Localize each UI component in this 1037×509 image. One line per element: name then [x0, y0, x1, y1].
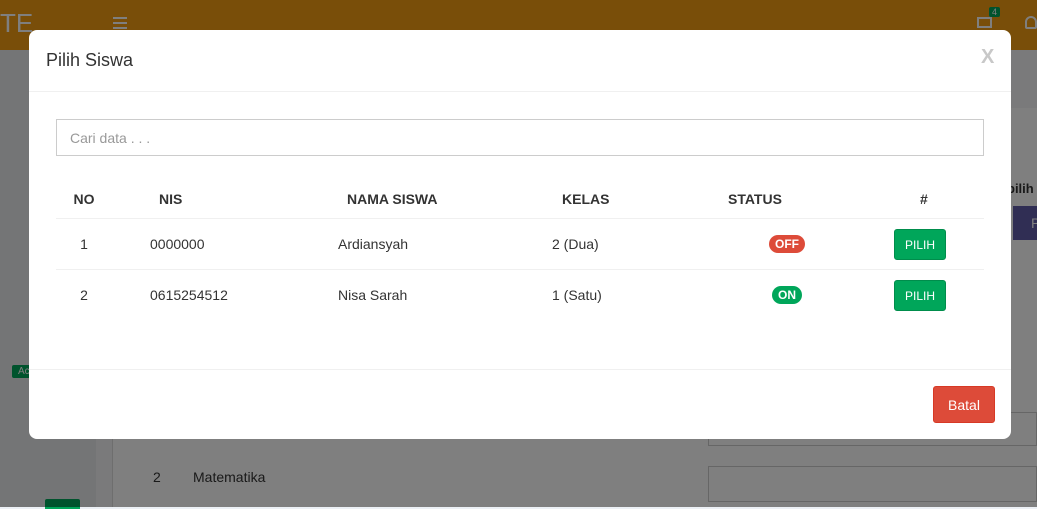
column-header-kelas: KELAS — [547, 179, 709, 219]
status-badge: ON — [772, 286, 802, 304]
column-header-no: NO — [56, 179, 112, 219]
cell-no: 2 — [56, 269, 112, 320]
pilih-button[interactable]: PILIH — [894, 228, 946, 260]
student-table: NO NIS NAMA SISWA KELAS STATUS # 1 00000… — [56, 179, 984, 320]
modal-title: Pilih Siswa — [46, 50, 134, 70]
cell-status: ON — [709, 269, 866, 320]
table-header-row: NO NIS NAMA SISWA KELAS STATUS # — [56, 179, 984, 219]
modal-header: Pilih Siswa X — [29, 30, 1011, 92]
cell-nama-siswa: Ardiansyah — [310, 218, 547, 270]
status-badge: OFF — [769, 235, 805, 253]
column-header-nis: NIS — [112, 179, 310, 219]
pilih-button[interactable]: PILIH — [894, 279, 946, 311]
cell-no: 1 — [56, 218, 112, 270]
cell-kelas: 1 (Satu) — [547, 269, 709, 320]
cell-action: PILIH — [866, 218, 984, 270]
close-icon[interactable]: X — [981, 46, 994, 69]
cell-nama-siswa: Nisa Sarah — [310, 269, 547, 320]
cancel-button[interactable]: Batal — [933, 386, 995, 423]
search-input[interactable] — [56, 119, 984, 156]
cell-nis: 0000000 — [112, 218, 310, 270]
modal-footer: Batal — [29, 369, 1011, 439]
table-row: 1 0000000 Ardiansyah 2 (Dua) OFF PILIH — [56, 218, 984, 270]
column-header-status: STATUS — [709, 179, 866, 219]
select-student-modal: Pilih Siswa X NO NIS NAMA SISWA KELAS ST… — [29, 30, 1011, 439]
column-header-nama-siswa: NAMA SISWA — [310, 179, 547, 219]
cell-kelas: 2 (Dua) — [547, 218, 709, 270]
cell-status: OFF — [709, 218, 866, 270]
column-header-action: # — [866, 179, 984, 219]
cell-nis: 0615254512 — [112, 269, 310, 320]
cell-action: PILIH — [866, 269, 984, 320]
table-row: 2 0615254512 Nisa Sarah 1 (Satu) ON PILI… — [56, 269, 984, 320]
